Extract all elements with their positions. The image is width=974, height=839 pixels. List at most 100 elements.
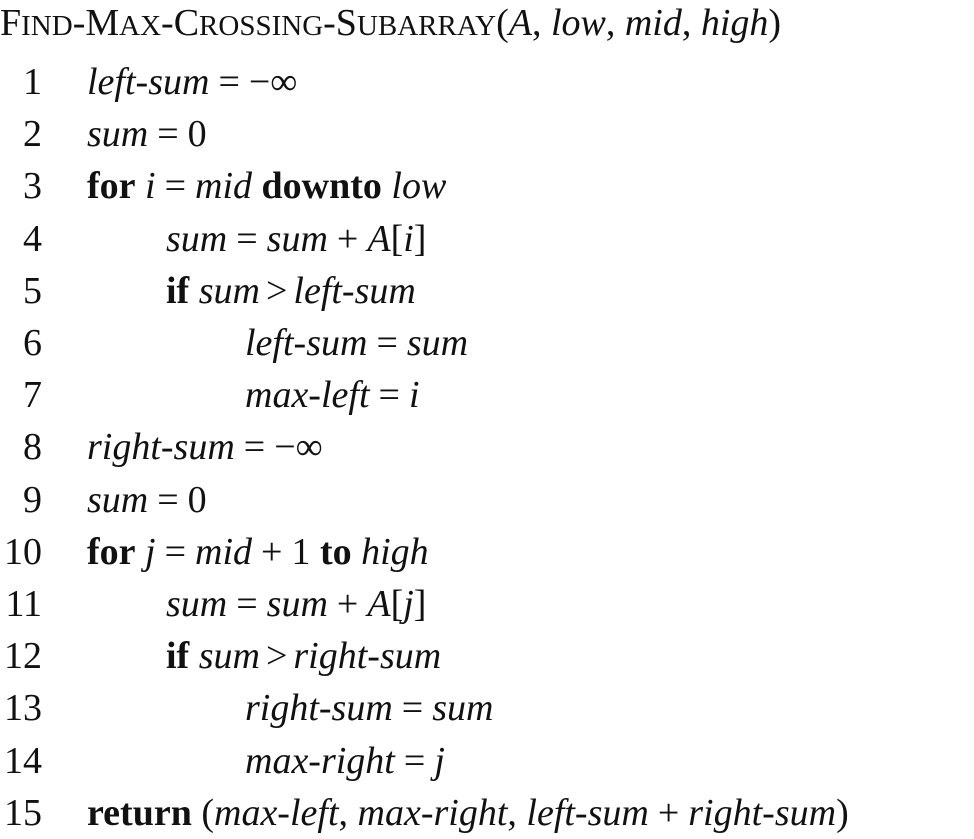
literal: 0 — [187, 478, 207, 521]
keyword: if — [166, 269, 190, 312]
param-comma: , — [605, 2, 616, 44]
code-text: left-sum = −∞ — [87, 56, 297, 108]
operator: = — [157, 113, 179, 156]
operator: = — [164, 165, 187, 208]
literal: ] — [413, 583, 427, 625]
variable: sum — [432, 687, 494, 730]
name-capital: F — [0, 2, 22, 44]
literal: −∞ — [274, 426, 323, 469]
name-small-caps: UBARRAY — [356, 10, 497, 42]
code-text: sum = sum + A[j] — [166, 578, 426, 630]
variable: i — [145, 165, 156, 208]
open-paren: ( — [496, 2, 509, 44]
line-number: 6 — [23, 322, 42, 364]
operator: = — [164, 530, 187, 573]
variable: mid — [195, 530, 253, 573]
variable: A — [367, 217, 391, 260]
close-paren: ) — [768, 2, 782, 44]
variable: sum — [406, 322, 469, 364]
code-text: sum = 0 — [87, 108, 207, 160]
name-small-caps: IND — [21, 10, 73, 42]
code-text: max-right = j — [245, 735, 445, 787]
operator: = — [378, 374, 400, 417]
variable: sum — [198, 269, 260, 312]
code-text: if sum > left-sum — [166, 265, 416, 317]
variable: A — [367, 583, 391, 625]
line-number: 4 — [23, 217, 42, 260]
line-number: 15 — [4, 791, 42, 834]
param-comma: , — [681, 2, 692, 44]
keyword: for — [87, 165, 136, 208]
code-text: left-sum = sum — [245, 317, 468, 369]
name-capital: S — [335, 2, 357, 44]
operator: + — [336, 583, 359, 625]
keyword: downto — [261, 165, 382, 208]
literal — [136, 165, 146, 207]
variable: sum — [166, 217, 228, 260]
operator: = — [243, 426, 266, 469]
variable: max-left — [245, 374, 370, 417]
line-number: 8 — [23, 426, 42, 469]
literal: , — [338, 791, 358, 834]
operator: = — [376, 322, 398, 364]
operator: > — [265, 635, 288, 678]
variable: low — [391, 165, 447, 208]
variable: j — [145, 530, 156, 573]
variable: sum — [166, 583, 228, 625]
variable: high — [361, 530, 429, 573]
variable: left-sum — [87, 61, 210, 103]
operator: + — [261, 530, 283, 573]
variable: right-sum — [87, 426, 235, 469]
literal — [252, 165, 262, 207]
procedure-header: FIND-MAX-CROSSING-SUBARRAY(A, low, mid, … — [0, 0, 781, 46]
parameter: A — [508, 2, 532, 44]
line-number: 10 — [4, 530, 42, 573]
name-capital: C — [173, 2, 200, 44]
operator: = — [157, 478, 179, 521]
variable: right-sum — [245, 687, 393, 730]
line-number: 11 — [5, 583, 42, 625]
variable: right-sum — [293, 635, 442, 678]
variable: max-right — [245, 739, 395, 782]
code-text: for j = mid +1 to high — [87, 526, 429, 578]
literal — [189, 635, 199, 677]
variable: j — [403, 583, 414, 625]
code-text: return (max-left, max-right, left-sum + ri… — [87, 787, 849, 839]
line-number: 14 — [4, 739, 42, 782]
operator: = — [401, 687, 424, 730]
variable: max-right — [357, 791, 508, 834]
literal — [382, 165, 392, 207]
code-text: right-sum = −∞ — [87, 421, 323, 473]
variable: sum — [266, 583, 328, 625]
variable: mid — [195, 165, 253, 208]
name-small-caps: AX — [119, 10, 162, 42]
keyword: to — [319, 530, 352, 573]
variable: i — [408, 374, 420, 417]
literal — [352, 531, 362, 573]
operator: = — [236, 583, 258, 625]
variable: sum — [198, 635, 260, 678]
code-text: sum = 0 — [87, 474, 207, 526]
literal: 0 — [187, 113, 207, 156]
variable: j — [434, 739, 445, 782]
keyword: for — [87, 530, 136, 573]
line-number: 7 — [23, 374, 42, 417]
operator: = — [403, 739, 426, 782]
code-text: for i = mid downto low — [87, 160, 446, 212]
code-text: max-left = i — [245, 369, 420, 421]
line-number: 13 — [4, 687, 42, 730]
literal: , — [507, 791, 527, 834]
literal: ) — [836, 791, 849, 834]
operator: = — [236, 217, 258, 260]
variable: i — [403, 217, 414, 260]
variable: sum — [87, 113, 149, 156]
line-number: 3 — [23, 165, 42, 208]
literal: [ — [390, 217, 404, 260]
variable: right-sum — [688, 791, 837, 834]
operator: + — [336, 217, 359, 260]
keyword: return — [87, 791, 192, 834]
operator: > — [265, 269, 288, 312]
literal: −∞ — [248, 61, 298, 103]
line-number: 9 — [23, 478, 42, 521]
line-number: 2 — [23, 113, 42, 156]
